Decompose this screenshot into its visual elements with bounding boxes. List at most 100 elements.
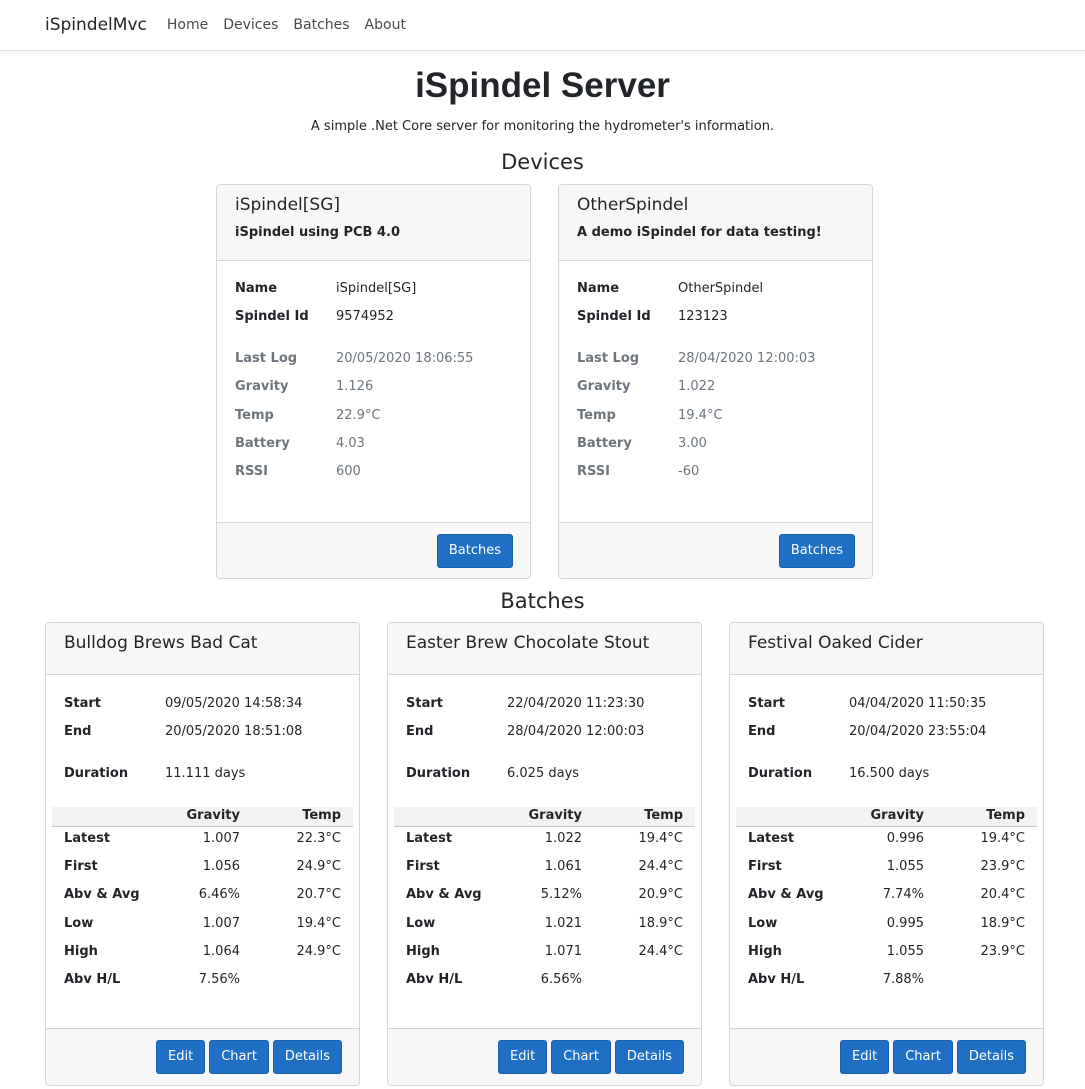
low-label: Low (64, 916, 94, 931)
last-log-label: Last Log (577, 351, 640, 366)
navbar: iSpindelMvc Home Devices Batches About (0, 0, 1085, 51)
device-card: iSpindel[SG] iSpindel using PCB 4.0 Name… (216, 184, 531, 579)
abv-hl-value: 7.56% (198, 972, 240, 987)
chart-button[interactable]: Chart (209, 1040, 269, 1074)
start-label: Start (64, 696, 101, 711)
batch-card-header: Easter Brew Chocolate Stout (388, 623, 701, 675)
latest-label: Latest (748, 831, 795, 846)
brand-link[interactable]: iSpindelMvc (45, 15, 147, 35)
abv-hl-label: Abv H/L (406, 972, 463, 987)
low-gravity: 1.021 (544, 916, 582, 931)
gravity-column-header: Gravity (186, 808, 240, 823)
latest-gravity: 1.007 (202, 831, 240, 846)
start-value: 22/04/2020 11:23:30 (507, 696, 645, 711)
device-card-header: iSpindel[SG] iSpindel using PCB 4.0 (217, 185, 530, 261)
spindel-id-value: 123123 (678, 309, 728, 324)
batches-heading: Batches (500, 589, 585, 613)
device-card-footer: Batches (559, 522, 872, 578)
first-gravity: 1.056 (202, 859, 240, 874)
end-value: 28/04/2020 12:00:03 (507, 724, 645, 739)
batch-title: Easter Brew Chocolate Stout (406, 633, 650, 653)
nav-link-batches[interactable]: Batches (293, 17, 349, 33)
spindel-id-label: Spindel Id (577, 309, 651, 324)
high-gravity: 1.055 (886, 944, 924, 959)
batch-card-footer: Edit Chart Details (730, 1028, 1043, 1085)
edit-button[interactable]: Edit (498, 1040, 548, 1074)
temp-value: 22.9°C (336, 408, 381, 423)
last-log-value: 28/04/2020 12:00:03 (678, 351, 816, 366)
battery-value: 4.03 (336, 436, 365, 451)
first-gravity: 1.061 (544, 859, 582, 874)
batch-card: Easter Brew Chocolate Stout Start 22/04/… (387, 622, 702, 1086)
first-temp: 24.9°C (296, 859, 341, 874)
duration-value: 11.111 days (165, 766, 246, 781)
details-button[interactable]: Details (272, 1040, 342, 1074)
first-gravity: 1.055 (886, 859, 924, 874)
high-label: High (406, 944, 440, 959)
low-gravity: 1.007 (202, 916, 240, 931)
end-label: End (64, 724, 92, 739)
battery-label: Battery (235, 436, 290, 451)
temp-column-header: Temp (986, 808, 1025, 823)
first-label: First (406, 859, 440, 874)
latest-label: Latest (64, 831, 111, 846)
latest-temp: 19.4°C (980, 831, 1025, 846)
details-button[interactable]: Details (956, 1040, 1026, 1074)
name-label: Name (577, 281, 620, 296)
duration-label: Duration (64, 766, 129, 781)
battery-label: Battery (577, 436, 632, 451)
duration-value: 16.500 days (849, 766, 930, 781)
rssi-value: 600 (336, 464, 361, 479)
nav-link-about[interactable]: About (365, 17, 406, 33)
device-title: OtherSpindel (577, 195, 689, 215)
end-label: End (406, 724, 434, 739)
high-label: High (64, 944, 98, 959)
details-button[interactable]: Details (614, 1040, 684, 1074)
low-label: Low (406, 916, 436, 931)
high-gravity: 1.064 (202, 944, 240, 959)
edit-button[interactable]: Edit (840, 1040, 890, 1074)
chart-button[interactable]: Chart (551, 1040, 611, 1074)
last-log-value: 20/05/2020 18:06:55 (336, 351, 474, 366)
devices-heading: Devices (501, 150, 584, 174)
abv-hl-value: 7.88% (882, 972, 924, 987)
edit-button[interactable]: Edit (156, 1040, 206, 1074)
batches-button[interactable]: Batches (436, 533, 513, 568)
avg-temp: 20.7°C (296, 887, 341, 902)
gravity-value: 1.126 (336, 379, 374, 394)
name-label: Name (235, 281, 278, 296)
abv-value: 6.46% (198, 887, 240, 902)
start-value: 04/04/2020 11:50:35 (849, 696, 987, 711)
low-gravity: 0.995 (886, 916, 924, 931)
spindel-id-label: Spindel Id (235, 309, 309, 324)
batches-button[interactable]: Batches (778, 533, 855, 568)
gravity-value: 1.022 (678, 379, 716, 394)
temp-column-header: Temp (644, 808, 683, 823)
first-temp: 24.4°C (638, 859, 683, 874)
device-card-footer: Batches (217, 522, 530, 578)
high-temp: 24.4°C (638, 944, 683, 959)
duration-label: Duration (406, 766, 471, 781)
batch-title: Bulldog Brews Bad Cat (64, 633, 258, 653)
batch-title: Festival Oaked Cider (748, 633, 923, 653)
page-subtitle: A simple .Net Core server for monitoring… (310, 119, 775, 134)
stats-table-header: Gravity Temp (736, 807, 1037, 827)
nav-link-home[interactable]: Home (167, 17, 208, 33)
high-label: High (748, 944, 782, 959)
abv-hl-label: Abv H/L (748, 972, 805, 987)
first-label: First (64, 859, 98, 874)
batch-card-header: Festival Oaked Cider (730, 623, 1043, 675)
device-title: iSpindel[SG] (235, 195, 341, 215)
nav-link-devices[interactable]: Devices (223, 17, 278, 33)
name-value: iSpindel[SG] (336, 281, 417, 296)
rssi-value: -60 (678, 464, 700, 479)
latest-temp: 19.4°C (638, 831, 683, 846)
gravity-label: Gravity (235, 379, 289, 394)
low-temp: 18.9°C (980, 916, 1025, 931)
start-label: Start (748, 696, 785, 711)
abv-value: 7.74% (882, 887, 924, 902)
low-temp: 19.4°C (296, 916, 341, 931)
device-card-header: OtherSpindel A demo iSpindel for data te… (559, 185, 872, 261)
chart-button[interactable]: Chart (893, 1040, 953, 1074)
last-log-label: Last Log (235, 351, 298, 366)
